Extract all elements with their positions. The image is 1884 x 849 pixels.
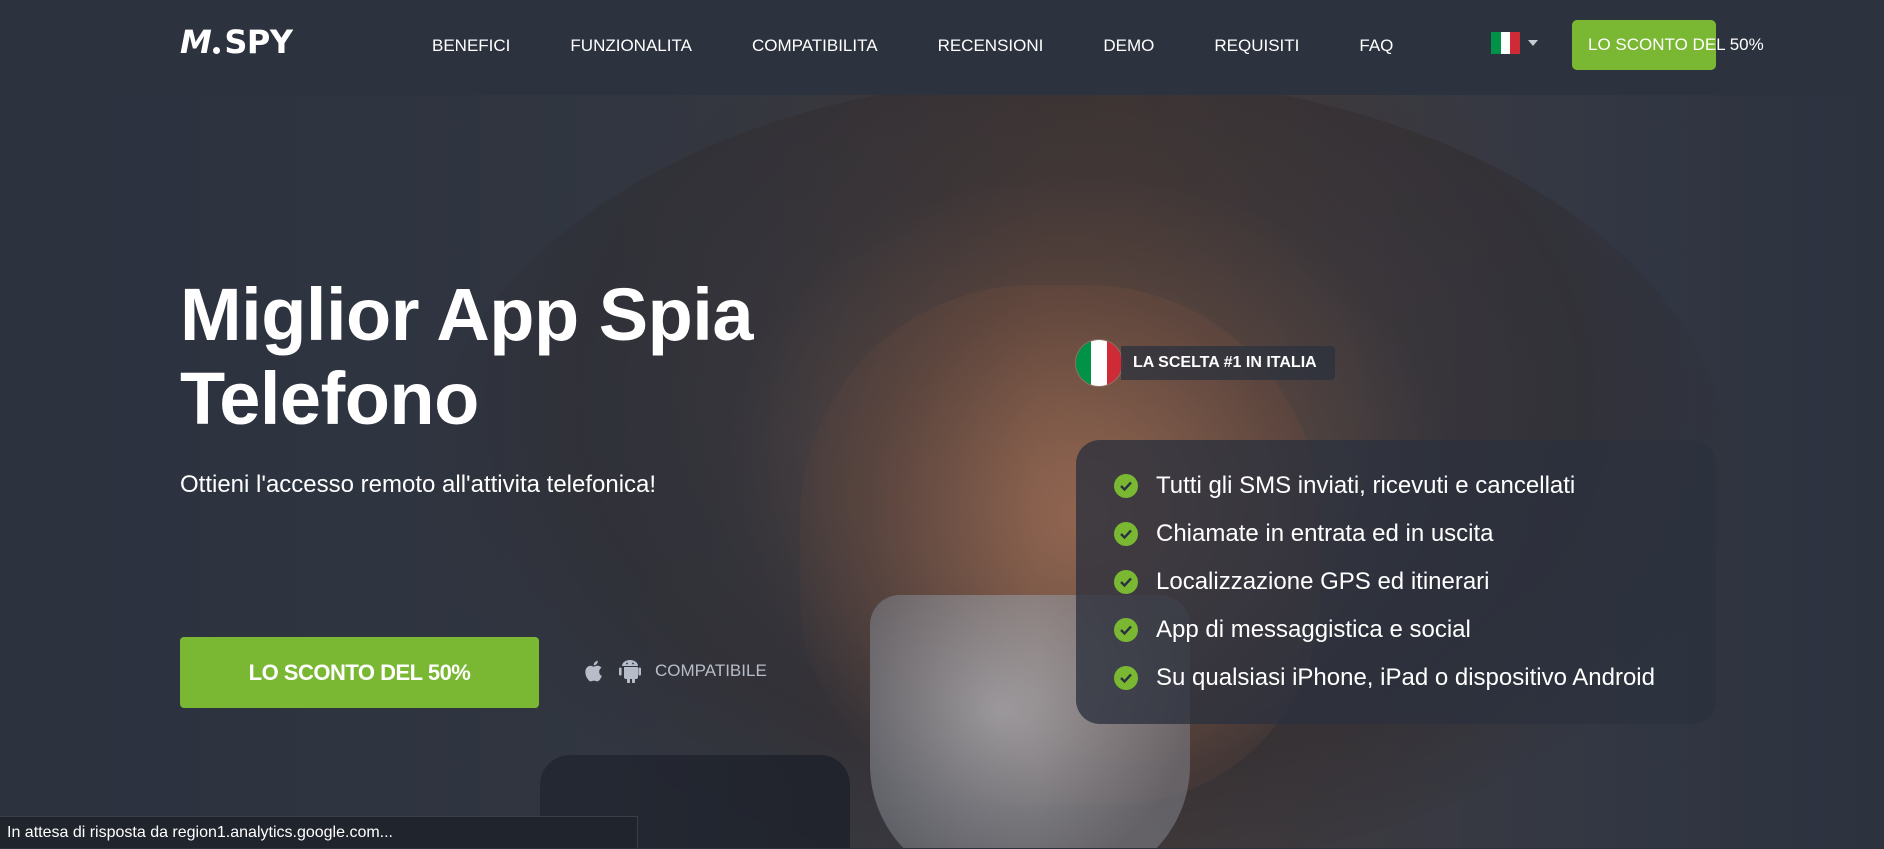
badge-label: LA SCELTA #1 IN ITALIA [1121, 346, 1335, 380]
check-icon [1114, 474, 1138, 498]
feature-item: Tutti gli SMS inviati, ricevuti e cancel… [1114, 462, 1716, 510]
nav-discount-button[interactable]: LO SCONTO DEL 50% [1572, 20, 1764, 70]
feature-item: Chiamate in entrata ed in uscita [1114, 510, 1716, 558]
logo-dot [213, 46, 221, 54]
feature-item: App di messaggistica e social [1114, 606, 1716, 654]
logo-text: SPY [224, 23, 293, 61]
browser-status-bar: In attesa di risposta da region1.analyti… [0, 816, 638, 848]
hero-title-line2: Telefono [180, 357, 479, 440]
feature-text: Tutti gli SMS inviati, ricevuti e cancel… [1156, 472, 1576, 499]
feature-list: Tutti gli SMS inviati, ricevuti e cancel… [1076, 440, 1716, 724]
check-icon [1114, 618, 1138, 642]
italy-badge: LA SCELTA #1 IN ITALIA [1075, 339, 1335, 387]
hero-discount-button[interactable]: LO SCONTO DEL 50% [180, 637, 539, 708]
android-icon [619, 660, 641, 683]
nav-item-requisiti[interactable]: REQUISITI [1214, 36, 1299, 56]
hero-title: Miglior App Spia Telefono [180, 273, 754, 441]
check-icon [1114, 570, 1138, 594]
feature-item: Localizzazione GPS ed itinerari [1114, 558, 1716, 606]
apple-icon [585, 660, 602, 682]
compatible-label: COMPATIBILE [655, 661, 767, 680]
nav-item-recensioni[interactable]: RECENSIONI [938, 36, 1044, 56]
nav-item-compatibilita[interactable]: COMPATIBILITA [752, 36, 878, 56]
feature-text: Su qualsiasi iPhone, iPad o dispositivo … [1156, 664, 1655, 691]
italy-flag-icon [1491, 32, 1521, 54]
check-icon [1114, 522, 1138, 546]
main-menu: BENEFICI FUNZIONALITA COMPATIBILITA RECE… [432, 34, 1453, 58]
feature-text: Chiamate in entrata ed in uscita [1156, 520, 1494, 547]
hero-subtitle: Ottieni l'accesso remoto all'attivita te… [180, 471, 657, 498]
feature-text: Localizzazione GPS ed itinerari [1156, 568, 1490, 595]
language-selector[interactable] [1491, 32, 1538, 54]
hero-title-line1: Miglior App Spia [180, 273, 754, 356]
italy-flag-icon [1075, 339, 1123, 387]
compatibility-info: COMPATIBILE [585, 659, 767, 683]
mspy-logo[interactable]: M SPY [180, 22, 293, 62]
nav-item-faq[interactable]: FAQ [1359, 36, 1393, 56]
nav-item-funzionalita[interactable]: FUNZIONALITA [570, 36, 692, 56]
check-icon [1114, 666, 1138, 690]
logo-mark: M [180, 23, 212, 61]
feature-text: App di messaggistica e social [1156, 616, 1471, 643]
feature-item: Su qualsiasi iPhone, iPad o dispositivo … [1114, 654, 1716, 702]
top-navigation: M SPY BENEFICI FUNZIONALITA COMPATIBILIT… [0, 0, 1884, 95]
hero-section: Miglior App Spia Telefono Ottieni l'acce… [0, 95, 1884, 848]
chevron-down-icon [1528, 40, 1538, 46]
nav-item-demo[interactable]: DEMO [1103, 36, 1154, 56]
nav-item-benefici[interactable]: BENEFICI [432, 36, 510, 56]
